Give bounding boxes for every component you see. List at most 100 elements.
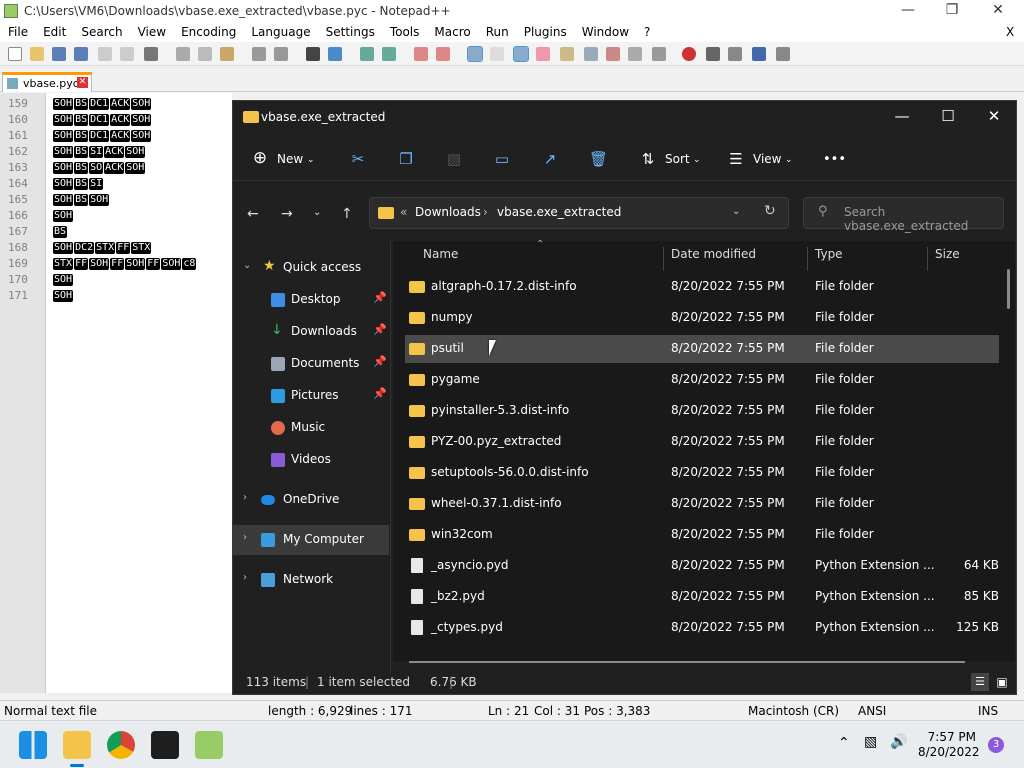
expand-chevron-icon[interactable]: › (243, 572, 247, 583)
menu-file[interactable]: File (0, 22, 35, 42)
start-windows-icon[interactable] (19, 731, 47, 759)
menu-encoding[interactable]: Encoding (173, 22, 243, 42)
tab-close-icon[interactable]: ✕ (77, 77, 88, 88)
redo-icon[interactable] (274, 47, 288, 61)
explorer-minimize-button[interactable]: — (879, 107, 925, 125)
view-chevron-icon[interactable]: ⌄ (785, 155, 793, 165)
search-box[interactable]: ⚲ Search vbase.exe_extracted (803, 197, 1004, 233)
file-row[interactable]: altgraph-0.17.2.dist-info 8/20/2022 7:55 … (405, 273, 999, 301)
play-macro-icon[interactable] (728, 47, 742, 61)
cut-icon[interactable]: ✂ (349, 150, 367, 168)
recent-chevron-icon[interactable]: ⌄ (313, 207, 321, 218)
maximize-button[interactable]: ❐ (932, 2, 972, 18)
column-size[interactable]: Size (935, 247, 960, 261)
vertical-scrollbar[interactable] (1007, 269, 1010, 309)
rename-icon[interactable]: ▭ (493, 150, 511, 168)
nav-my-computer[interactable]: › My Computer (233, 525, 389, 555)
breadcrumb-current[interactable]: vbase.exe_extracted (497, 205, 621, 219)
doc-map-icon[interactable] (560, 47, 574, 61)
expand-chevron-icon[interactable]: › (243, 532, 247, 543)
undo-icon[interactable] (252, 47, 266, 61)
column-divider[interactable] (927, 247, 928, 271)
zoom-out-icon[interactable] (382, 47, 396, 61)
tab-vbase-pyc[interactable]: vbase.pyc ✕ (2, 72, 92, 92)
nav-network[interactable]: › Network (233, 565, 389, 595)
tiles-view-icon[interactable]: ▣ (993, 673, 1011, 691)
pin-icon[interactable]: 📌 (373, 387, 387, 400)
menu-help[interactable]: ? (636, 22, 657, 42)
network-icon[interactable]: ▧ (864, 734, 877, 750)
udl-icon[interactable] (536, 47, 550, 61)
breadcrumb-downloads[interactable]: Downloads (415, 205, 481, 219)
eye-icon[interactable] (652, 47, 666, 61)
file-row[interactable]: pyinstaller-5.3.dist-info 8/20/2022 7:55 … (405, 397, 999, 425)
address-dropdown-icon[interactable]: ⌄ (732, 206, 740, 217)
status-encoding[interactable]: ANSI (858, 704, 886, 718)
address-bar[interactable]: « Downloads › vbase.exe_extracted ⌄ ↻ (369, 197, 789, 229)
view-icon[interactable]: ☰ (727, 150, 745, 168)
horizontal-scrollbar[interactable] (409, 661, 965, 663)
column-divider[interactable] (807, 247, 808, 271)
new-plus-icon[interactable]: ⊕ (251, 148, 269, 168)
close-button[interactable]: ✕ (978, 2, 1018, 18)
function-list-icon[interactable] (584, 47, 598, 61)
file-explorer-taskbar-icon[interactable] (63, 731, 91, 759)
file-row[interactable]: _ctypes.pyd 8/20/2022 7:55 PM Python Exten… (405, 614, 999, 642)
notification-badge[interactable]: 3 (988, 737, 1004, 753)
file-row[interactable]: PYZ-00.pyz_extracted 8/20/2022 7:55 PM Fil… (405, 428, 999, 456)
menu-tools[interactable]: Tools (382, 22, 427, 42)
file-row[interactable]: _asyncio.pyd 8/20/2022 7:55 PM Python Exte… (405, 552, 999, 580)
menu-language[interactable]: Language (243, 22, 317, 42)
file-row[interactable]: win32com 8/20/2022 7:55 PM File folder (405, 521, 999, 549)
cut-icon[interactable] (176, 47, 190, 61)
sort-button[interactable]: Sort (665, 152, 690, 166)
open-file-icon[interactable] (30, 47, 44, 61)
paste-icon[interactable] (220, 47, 234, 61)
nav-quick-access[interactable]: ⌄ ★ Quick access (233, 253, 389, 283)
more-options-button[interactable]: ••• (823, 152, 846, 167)
back-icon[interactable]: ← (247, 206, 259, 222)
copy-icon[interactable] (198, 47, 212, 61)
nav-downloads[interactable]: ↓ Downloads 📌 (233, 317, 389, 347)
file-row[interactable]: setuptools-56.0.0.dist-info 8/20/2022 7:5… (405, 459, 999, 487)
expand-chevron-icon[interactable]: ⌄ (243, 260, 251, 271)
stop-macro-icon[interactable] (706, 47, 720, 61)
close-file-icon[interactable] (98, 47, 112, 61)
menu-plugins[interactable]: Plugins (516, 22, 574, 42)
file-row[interactable]: numpy 8/20/2022 7:55 PM File folder (405, 304, 999, 332)
chrome-icon[interactable] (107, 731, 135, 759)
file-row[interactable]: pygame 8/20/2022 7:55 PM File folder (405, 366, 999, 394)
nav-desktop[interactable]: Desktop 📌 (233, 285, 389, 315)
clock[interactable]: 7:57 PM 8/20/2022 (918, 730, 980, 760)
nav-music[interactable]: Music (233, 413, 389, 443)
explorer-close-button[interactable]: ✕ (971, 107, 1017, 125)
sync-v-icon[interactable] (414, 47, 428, 61)
volume-icon[interactable]: 🔊 (890, 734, 907, 750)
pin-icon[interactable]: 📌 (373, 291, 387, 304)
nav-videos[interactable]: Videos (233, 445, 389, 475)
save-macro-icon[interactable] (776, 47, 790, 61)
save-all-icon[interactable] (74, 47, 88, 61)
new-file-icon[interactable] (8, 47, 22, 61)
npp-doc-close-button[interactable]: X (1006, 25, 1014, 39)
details-view-icon[interactable]: ☰ (971, 673, 989, 691)
nav-pictures[interactable]: Pictures 📌 (233, 381, 389, 411)
forward-icon[interactable]: → (281, 206, 293, 222)
menu-search[interactable]: Search (73, 22, 129, 42)
monitoring-icon[interactable] (628, 47, 642, 61)
new-chevron-icon[interactable]: ⌄ (307, 155, 315, 165)
save-icon[interactable] (52, 47, 66, 61)
new-button[interactable]: New (277, 152, 303, 166)
menu-edit[interactable]: Edit (35, 22, 73, 42)
column-date[interactable]: Date modified (671, 247, 756, 261)
terminal-icon[interactable] (151, 731, 179, 759)
word-wrap-icon[interactable] (467, 46, 483, 62)
copy-icon[interactable]: ❐ (397, 150, 415, 168)
file-row[interactable]: wheel-0.37.1.dist-info 8/20/2022 7:55 PM F… (405, 490, 999, 518)
print-icon[interactable] (144, 47, 158, 61)
expand-chevron-icon[interactable]: › (243, 492, 247, 503)
column-divider[interactable] (663, 247, 664, 271)
up-icon[interactable]: ↑ (341, 206, 353, 222)
view-button[interactable]: View (753, 152, 781, 166)
menu-settings[interactable]: Settings (318, 22, 382, 42)
